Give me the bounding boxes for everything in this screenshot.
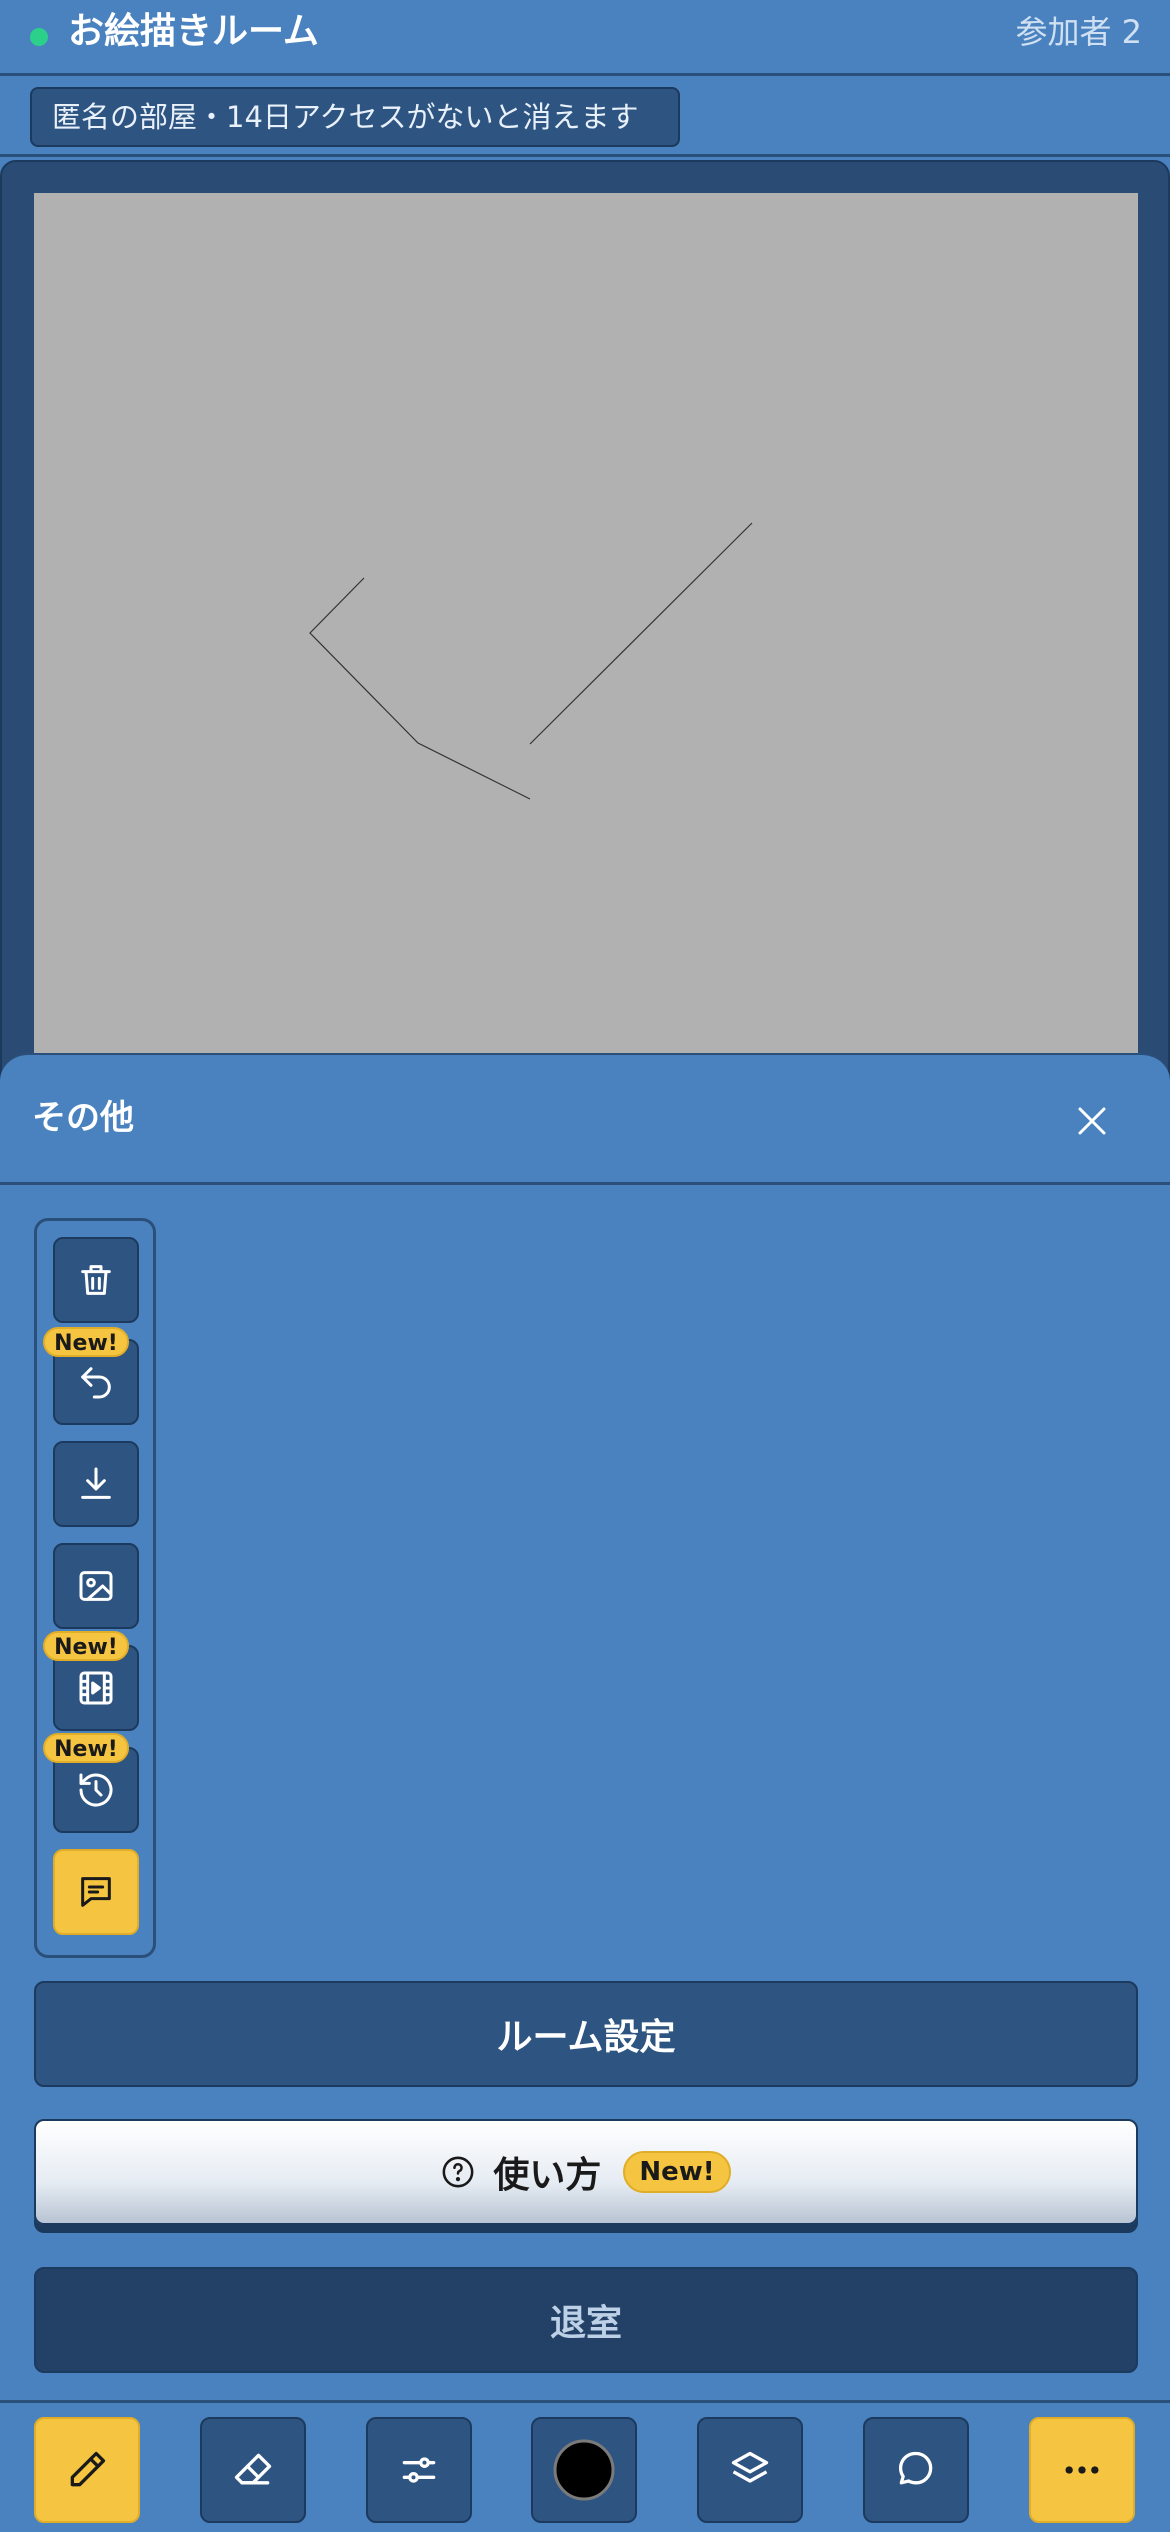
video-new-badge: New!	[43, 1631, 129, 1661]
undo-icon	[81, 1367, 111, 1399]
pen-tool-button[interactable]	[34, 2417, 140, 2523]
close-icon	[1078, 1107, 1106, 1135]
sliders-icon	[402, 2457, 436, 2483]
color-picker-button[interactable]	[531, 2417, 637, 2523]
pen-icon	[70, 2451, 106, 2487]
close-button[interactable]	[1070, 1099, 1114, 1143]
stroke-1	[309, 577, 531, 800]
layers-icon	[731, 2451, 769, 2483]
participant-count: 参加者 2	[1015, 13, 1142, 51]
trash-icon	[81, 1265, 111, 1295]
bottom-toolbar	[0, 2400, 1170, 2532]
how-to-label: 使い方	[493, 2155, 602, 2196]
chat-bubble-icon	[898, 2451, 933, 2485]
sheet-header: その他	[0, 1055, 1170, 1185]
eraser-tool-button[interactable]	[200, 2417, 306, 2523]
drawing-canvas[interactable]	[34, 193, 1138, 1073]
download-icon	[81, 1467, 111, 1499]
canvas-strokes	[309, 522, 753, 800]
chat-button[interactable]	[863, 2417, 969, 2523]
clear-button[interactable]	[53, 1237, 139, 1323]
download-button[interactable]	[53, 1441, 139, 1527]
notice-bar: 匿名の部屋・14日アクセスがないと消えます	[0, 79, 1170, 157]
image-icon	[79, 1571, 113, 1601]
history-icon	[79, 1773, 113, 1807]
how-to-new-badge: New!	[623, 2151, 731, 2193]
room-settings-button[interactable]: ルーム設定	[34, 1981, 1138, 2087]
color-icon	[553, 2439, 615, 2501]
tool-panel: New! New! New!	[34, 1218, 156, 1958]
undo-new-badge: New!	[43, 1327, 129, 1357]
history-new-badge: New!	[43, 1733, 129, 1763]
sheet-title: その他	[32, 1098, 134, 1138]
image-button[interactable]	[53, 1543, 139, 1629]
room-notice: 匿名の部屋・14日アクセスがないと消えます	[30, 87, 680, 147]
film-icon	[79, 1671, 113, 1705]
exit-room-label: 退室	[549, 2303, 622, 2344]
layers-button[interactable]	[697, 2417, 803, 2523]
settings-sliders-button[interactable]	[366, 2417, 472, 2523]
app-header: お絵描きルーム 参加者 2	[0, 0, 1170, 76]
more-sheet: その他 New! New! New! ルーム設定 使い方 New! 退室	[0, 1053, 1170, 2402]
how-to-button[interactable]: 使い方 New!	[34, 2119, 1138, 2225]
room-title: お絵描きルーム	[68, 11, 319, 52]
chat-toggle-button[interactable]	[53, 1849, 139, 1935]
help-icon	[442, 2156, 474, 2188]
stroke-2	[529, 522, 753, 745]
more-button[interactable]	[1029, 2417, 1135, 2523]
more-icon	[1065, 2466, 1099, 2474]
eraser-icon	[234, 2453, 272, 2485]
room-settings-label: ルーム設定	[496, 2017, 676, 2058]
online-status-dot	[30, 28, 48, 46]
exit-room-button[interactable]: 退室	[34, 2267, 1138, 2373]
chat-icon	[81, 1877, 111, 1907]
